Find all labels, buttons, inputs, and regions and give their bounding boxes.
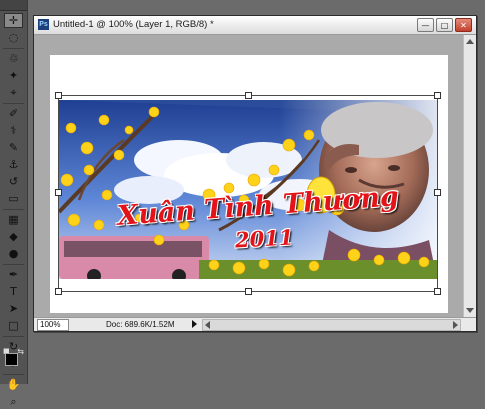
photoshop-badge-icon: Ps (38, 19, 49, 30)
zoom-tool-button[interactable]: ⌕ (4, 394, 23, 409)
move-tool-icon: ✛ (8, 14, 19, 27)
eyedropper-tool-icon: ✐ (8, 107, 19, 120)
crop-tool-button[interactable]: ⌖ (4, 85, 23, 100)
path-selection-tool-button[interactable]: ➤ (4, 301, 23, 316)
marquee-tool-icon: ◌ (8, 31, 19, 44)
caption-year: 2011 (234, 224, 295, 253)
tool-separator (3, 264, 24, 265)
tools-panel: ✛◌♲✦⌖✐⚕✎⚓↺▭▦◆●✒T➤□↻⟳✋⌕ ■ ⇆ (0, 0, 28, 407)
quick-selection-tool-icon: ✦ (8, 69, 19, 82)
transform-handle-bottom-left[interactable] (55, 288, 62, 295)
crop-tool-icon: ⌖ (10, 86, 17, 99)
transform-handle-bottom-right[interactable] (434, 288, 441, 295)
history-brush-tool-icon: ↺ (8, 175, 19, 188)
canvas-area[interactable]: Xuân Tình Thương 2011 (34, 35, 463, 317)
scroll-right-icon[interactable] (453, 321, 458, 329)
status-bar: 100% Doc: 689.6K/1.52M (34, 317, 476, 331)
tool-separator (3, 374, 24, 375)
pen-tool-button[interactable]: ✒ (4, 267, 23, 282)
layer-1-image[interactable]: Xuân Tình Thương 2011 (59, 100, 437, 279)
quick-selection-tool-button[interactable]: ✦ (4, 68, 23, 83)
hand-tool-icon: ✋ (6, 378, 21, 391)
hand-tool-button[interactable]: ✋ (4, 377, 23, 392)
restore-button[interactable]: □ (436, 18, 453, 32)
close-button[interactable]: ✕ (455, 18, 472, 32)
dodge-tool-icon: ● (8, 247, 19, 260)
document-canvas[interactable]: Xuân Tình Thương 2011 (50, 55, 448, 313)
minimize-button[interactable]: — (417, 18, 434, 32)
lasso-tool-icon: ♲ (8, 52, 19, 65)
clone-stamp-tool-icon: ⚓ (8, 158, 19, 171)
marquee-tool-button[interactable]: ◌ (4, 30, 23, 45)
tool-separator (3, 48, 24, 49)
brush-tool-button[interactable]: ✎ (4, 140, 23, 155)
blur-tool-button[interactable]: ◆ (4, 229, 23, 244)
window-controls: — □ ✕ (417, 18, 472, 32)
eraser-tool-button[interactable]: ▭ (4, 191, 23, 206)
scroll-up-icon[interactable] (466, 39, 474, 44)
clone-stamp-tool-button[interactable]: ⚓ (4, 157, 23, 172)
brush-tool-icon: ✎ (8, 141, 19, 154)
healing-brush-tool-button[interactable]: ⚕ (4, 123, 23, 138)
foreground-color-swatch[interactable] (5, 353, 18, 366)
history-brush-tool-button[interactable]: ↺ (4, 174, 23, 189)
scroll-down-icon[interactable] (466, 308, 474, 313)
transform-handle-top-left[interactable] (55, 92, 62, 99)
eraser-tool-icon: ▭ (8, 192, 19, 205)
status-menu-arrow-icon[interactable] (192, 320, 197, 328)
lasso-tool-button[interactable]: ♲ (4, 51, 23, 66)
vertical-scrollbar[interactable] (463, 35, 476, 317)
transform-handle-top-right[interactable] (434, 92, 441, 99)
blur-tool-icon: ◆ (9, 230, 18, 243)
document-titlebar[interactable]: Ps Untitled-1 @ 100% (Layer 1, RGB/8) * … (34, 16, 476, 35)
scroll-left-icon[interactable] (205, 321, 210, 329)
document-window: Ps Untitled-1 @ 100% (Layer 1, RGB/8) * … (33, 15, 477, 332)
tool-separator (3, 336, 24, 337)
document-size-info: Doc: 689.6K/1.52M (106, 320, 175, 329)
transform-handle-bottom[interactable] (245, 288, 252, 295)
swap-colors-icon[interactable]: ⇆ (17, 347, 24, 356)
gradient-tool-button[interactable]: ▦ (4, 212, 23, 227)
color-swatches: ■ ⇆ (3, 347, 24, 372)
shape-tool-icon: □ (8, 319, 19, 332)
type-tool-icon: T (10, 285, 17, 298)
pen-tool-icon: ✒ (8, 268, 19, 281)
document-title: Untitled-1 @ 100% (Layer 1, RGB/8) * (53, 19, 214, 30)
gradient-tool-icon: ▦ (8, 213, 19, 226)
horizontal-scrollbar[interactable] (202, 319, 461, 331)
move-tool-button[interactable]: ✛ (4, 13, 23, 28)
zoom-level-field[interactable]: 100% (37, 319, 69, 331)
zoom-tool-icon: ⌕ (10, 395, 17, 408)
transform-handle-top[interactable] (245, 92, 252, 99)
path-selection-tool-icon: ➤ (8, 302, 19, 315)
type-tool-button[interactable]: T (4, 284, 23, 299)
shape-tool-button[interactable]: □ (4, 318, 23, 333)
eyedropper-tool-button[interactable]: ✐ (4, 106, 23, 121)
healing-brush-tool-icon: ⚕ (10, 124, 17, 137)
tool-separator (3, 209, 24, 210)
tools-panel-grip[interactable] (0, 0, 27, 11)
tool-separator (3, 103, 24, 104)
dodge-tool-button[interactable]: ● (4, 246, 23, 261)
